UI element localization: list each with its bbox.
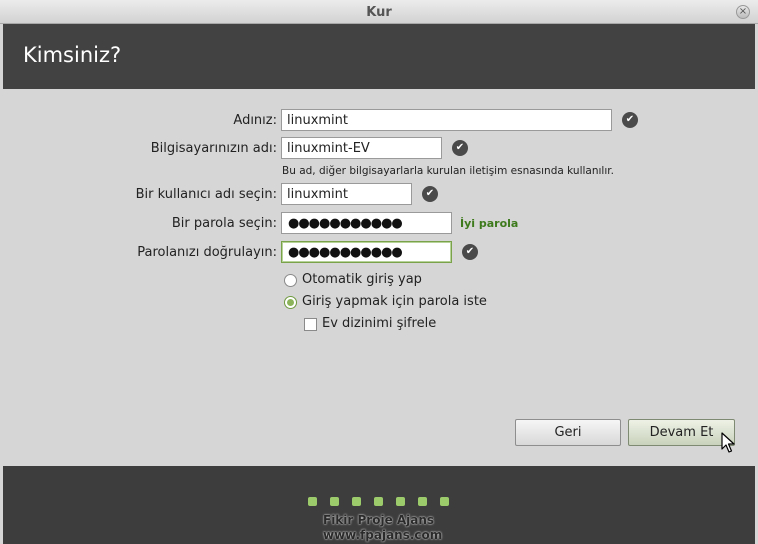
computer-name-valid-check-icon: ✔ — [452, 140, 468, 156]
password-input[interactable]: ●●●●●●●●●●● — [281, 212, 452, 234]
password-mask: ●●●●●●●●●●● — [288, 216, 403, 231]
auto-login-label: Otomatik giriş yap — [302, 272, 422, 287]
confirm-password-mask: ●●●●●●●●●●● — [288, 245, 403, 260]
back-button[interactable]: Geri — [515, 419, 621, 446]
password-label: Bir parola seçin: — [171, 216, 277, 231]
computer-name-input[interactable] — [281, 137, 442, 159]
encrypt-home-label: Ev dizinimi şifrele — [322, 316, 437, 331]
progress-dot — [330, 497, 339, 506]
computer-name-label: Bilgisayarınızın adı: — [150, 141, 277, 156]
require-password-label: Giriş yapmak için parola iste — [302, 294, 487, 309]
confirm-password-label: Parolanızı doğrulayın: — [137, 245, 277, 260]
username-label: Bir kullanıcı adı seçin: — [135, 187, 277, 202]
slideshow-footer: Fikir Proje Ajans www.fpajans.com — [3, 466, 755, 544]
watermark-line-2: www.fpajans.com — [323, 528, 443, 542]
mouse-pointer-icon — [721, 432, 735, 453]
progress-dot — [352, 497, 361, 506]
name-input[interactable] — [281, 109, 612, 131]
progress-dot — [440, 497, 449, 506]
confirm-password-input[interactable]: ●●●●●●●●●●● — [281, 241, 452, 263]
page-header: Kimsiniz? — [3, 24, 755, 89]
username-valid-check-icon: ✔ — [422, 186, 438, 202]
progress-dot — [374, 497, 383, 506]
close-icon[interactable]: × — [736, 5, 750, 19]
username-input[interactable] — [281, 183, 412, 205]
password-strength: İyi parola — [460, 217, 519, 230]
confirm-password-valid-check-icon: ✔ — [462, 244, 478, 260]
window-title: Kur — [366, 5, 392, 20]
title-bar: Kur × — [0, 0, 758, 24]
name-valid-check-icon: ✔ — [622, 112, 638, 128]
continue-button[interactable]: Devam Et — [628, 419, 735, 446]
computer-name-hint: Bu ad, diğer bilgisayarlarla kurulan ile… — [282, 165, 614, 177]
progress-dot — [396, 497, 405, 506]
watermark-line-1: Fikir Proje Ajans — [323, 513, 435, 527]
auto-login-radio[interactable] — [284, 274, 297, 287]
encrypt-home-checkbox[interactable] — [304, 318, 317, 331]
name-label: Adınız: — [233, 113, 277, 128]
require-password-radio[interactable] — [284, 296, 297, 309]
progress-dot — [418, 497, 427, 506]
page-title: Kimsiniz? — [23, 43, 122, 67]
progress-dot — [308, 497, 317, 506]
